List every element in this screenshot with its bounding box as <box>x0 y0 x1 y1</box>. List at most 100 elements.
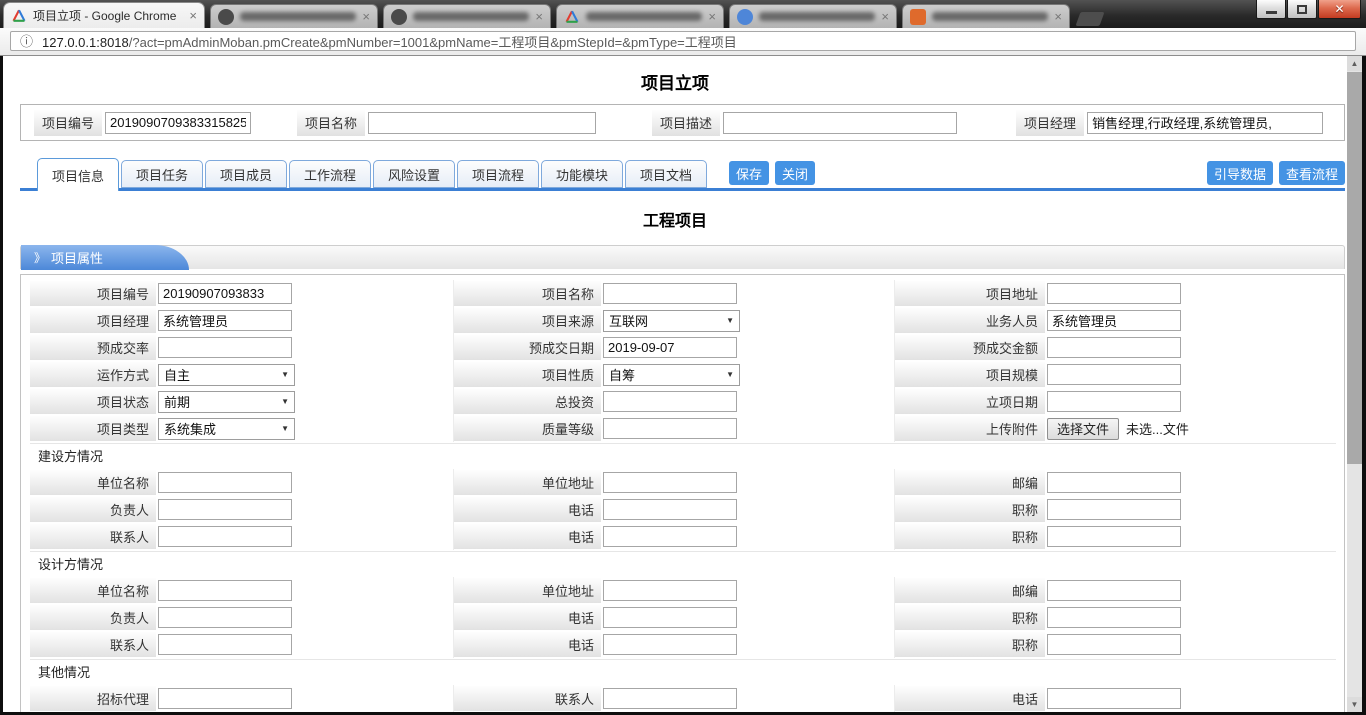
field-cell <box>1045 388 1336 415</box>
field-input[interactable] <box>603 391 737 412</box>
header-field-input[interactable] <box>723 112 957 134</box>
tab-close-icon[interactable]: × <box>362 10 370 23</box>
field-input[interactable] <box>158 634 292 655</box>
scrollbar-thumb[interactable] <box>1347 72 1362 464</box>
field-label: 项目规模 <box>895 362 1045 387</box>
function-tab[interactable]: 工作流程 <box>289 160 371 188</box>
field-input[interactable] <box>158 337 292 358</box>
tab-close-icon[interactable]: × <box>1054 10 1062 23</box>
function-tab[interactable]: 项目文档 <box>625 160 707 188</box>
browser-tab[interactable]: × <box>210 4 378 28</box>
browser-tab-active[interactable]: 项目立项 - Google Chrome × <box>3 2 205 28</box>
field-label: 邮编 <box>895 578 1045 603</box>
field-select[interactable]: 前期▼ <box>158 391 295 413</box>
select-value: 互联网 <box>609 311 648 330</box>
orange-square-favicon-icon <box>910 9 926 25</box>
function-tab[interactable]: 风险设置 <box>373 160 455 188</box>
field-input[interactable] <box>158 607 292 628</box>
function-tab[interactable]: 项目成员 <box>205 160 287 188</box>
vertical-scrollbar[interactable]: ▲ ▼ <box>1347 56 1362 712</box>
field-cell <box>601 523 895 550</box>
background-tabs: × × × × × <box>205 4 1070 28</box>
address-bar[interactable]: ⓘ 127.0.0.1:8018/?act=pmAdminMoban.pmCre… <box>10 31 1356 51</box>
field-label: 职称 <box>895 605 1045 630</box>
field-input[interactable] <box>158 499 292 520</box>
field-input[interactable] <box>1047 688 1181 709</box>
info-icon[interactable]: ⓘ <box>20 35 33 48</box>
field-input[interactable] <box>603 337 737 358</box>
field-input[interactable] <box>603 418 737 439</box>
browser-tab[interactable]: × <box>556 4 724 28</box>
field-input[interactable] <box>158 310 292 331</box>
field-input[interactable] <box>158 688 292 709</box>
action-button[interactable]: 关闭 <box>775 161 815 185</box>
function-tab[interactable]: 功能模块 <box>541 160 623 188</box>
tab-close-icon[interactable]: × <box>189 9 197 22</box>
field-input[interactable] <box>603 688 737 709</box>
field-cell <box>601 631 895 658</box>
field-input[interactable] <box>158 283 292 304</box>
field-cell: 自筹▼ <box>601 361 895 388</box>
browser-tab[interactable]: × <box>383 4 551 28</box>
field-input[interactable] <box>1047 634 1181 655</box>
choose-file-button[interactable]: 选择文件 <box>1047 418 1119 440</box>
field-input[interactable] <box>603 634 737 655</box>
browser-tab[interactable]: × <box>902 4 1070 28</box>
field-input[interactable] <box>158 472 292 493</box>
field-input[interactable] <box>603 526 737 547</box>
field-cell <box>1045 577 1336 604</box>
field-input[interactable] <box>603 607 737 628</box>
header-field-input[interactable] <box>368 112 596 134</box>
action-button[interactable]: 查看流程 <box>1279 161 1345 185</box>
field-label: 电话 <box>895 686 1045 711</box>
field-input[interactable] <box>603 499 737 520</box>
field-input[interactable] <box>603 472 737 493</box>
header-field-input[interactable] <box>1087 112 1323 134</box>
field-cell <box>1045 604 1336 631</box>
field-label: 单位地址 <box>454 470 601 495</box>
minimize-button[interactable] <box>1256 0 1286 19</box>
browser-tab[interactable]: × <box>729 4 897 28</box>
function-tab[interactable]: 项目流程 <box>457 160 539 188</box>
section-marker-icon: 》 <box>34 249 46 266</box>
field-input[interactable] <box>1047 472 1181 493</box>
tab-close-icon[interactable]: × <box>535 10 543 23</box>
field-label: 联系人 <box>30 632 156 657</box>
field-cell <box>1045 280 1336 307</box>
scroll-up-button[interactable]: ▲ <box>1347 56 1362 71</box>
field-select[interactable]: 自筹▼ <box>603 364 740 386</box>
header-field-input[interactable] <box>105 112 251 134</box>
action-button[interactable]: 保存 <box>729 161 769 185</box>
field-input[interactable] <box>1047 526 1181 547</box>
section-header-bar: 》 项目属性 <box>20 245 1345 269</box>
section-header-tab: 》 项目属性 <box>21 245 189 270</box>
field-input[interactable] <box>158 526 292 547</box>
field-input[interactable] <box>1047 337 1181 358</box>
field-cell <box>601 685 895 712</box>
field-input[interactable] <box>158 580 292 601</box>
tab-close-icon[interactable]: × <box>881 10 889 23</box>
action-button[interactable]: 引导数据 <box>1207 161 1273 185</box>
field-input[interactable] <box>1047 391 1181 412</box>
maximize-button[interactable] <box>1287 0 1317 19</box>
field-label: 项目性质 <box>454 362 601 387</box>
field-input[interactable] <box>603 283 737 304</box>
field-select[interactable]: 系统集成▼ <box>158 418 295 440</box>
field-input[interactable] <box>1047 364 1181 385</box>
select-value: 自主 <box>164 365 190 384</box>
new-tab-button[interactable] <box>1075 12 1104 26</box>
field-input[interactable] <box>1047 607 1181 628</box>
field-input[interactable] <box>1047 499 1181 520</box>
tab-close-icon[interactable]: × <box>708 10 716 23</box>
field-select[interactable]: 自主▼ <box>158 364 295 386</box>
function-tab[interactable]: 项目信息 <box>37 158 119 191</box>
scroll-down-button[interactable]: ▼ <box>1347 697 1362 712</box>
field-input[interactable] <box>1047 580 1181 601</box>
field-select[interactable]: 互联网▼ <box>603 310 740 332</box>
field-input[interactable] <box>1047 310 1181 331</box>
function-tab[interactable]: 项目任务 <box>121 160 203 188</box>
url-host: 127.0.0.1:8018 <box>42 35 129 50</box>
field-input[interactable] <box>603 580 737 601</box>
field-input[interactable] <box>1047 283 1181 304</box>
close-button[interactable]: ✕ <box>1318 0 1361 19</box>
